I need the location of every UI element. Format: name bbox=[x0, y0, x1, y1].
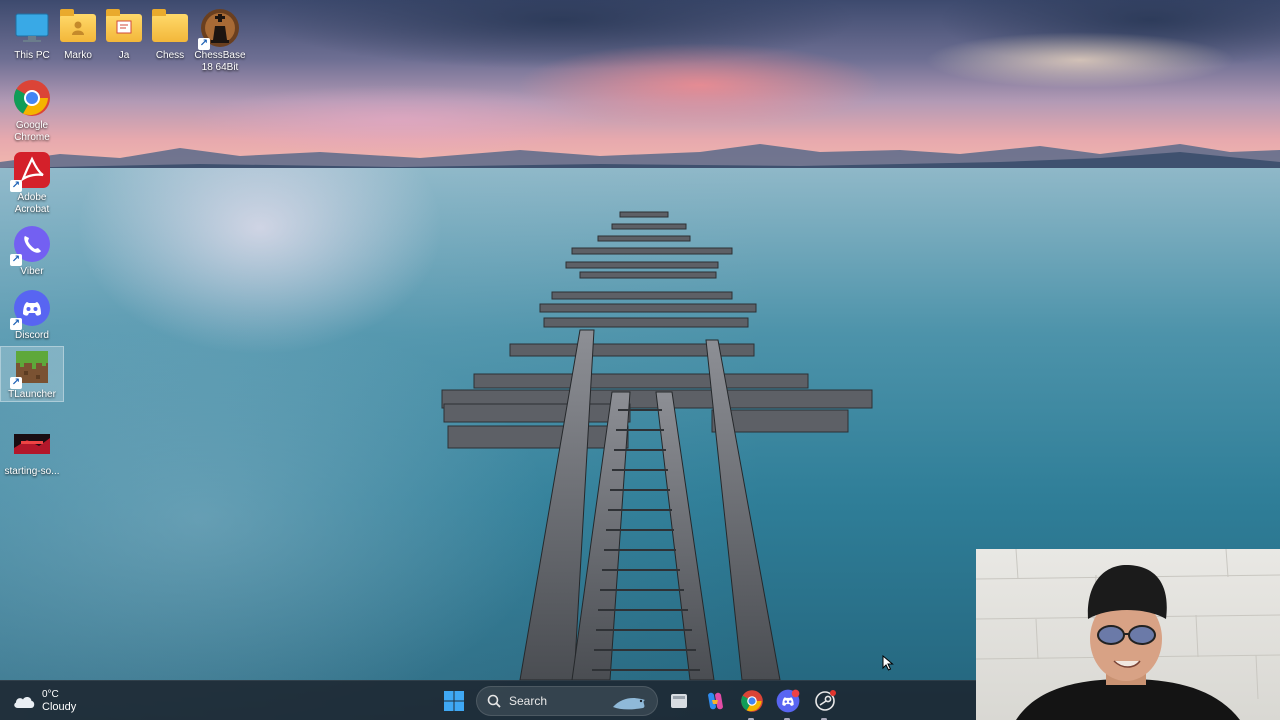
weather-condition: Cloudy bbox=[42, 701, 77, 713]
desktop-icon-label: Discord bbox=[15, 330, 49, 341]
shortcut-arrow-icon: ↗ bbox=[10, 254, 22, 266]
taskbar-steam-button[interactable] bbox=[813, 689, 837, 720]
chrome-icon bbox=[741, 690, 763, 712]
copilot-icon bbox=[708, 692, 723, 710]
desktop-icon-label: ChessBase 18 64Bit bbox=[194, 50, 246, 73]
desktop-icon-label: Google Chrome bbox=[14, 120, 50, 143]
desktop-icon-adobe-acrobat[interactable]: ↗ Adobe Acrobat bbox=[0, 150, 64, 216]
windows-icon bbox=[444, 691, 464, 711]
shortcut-arrow-icon: ↗ bbox=[10, 377, 22, 389]
desktop-icon-chessbase[interactable]: ↗ ChessBase 18 64Bit bbox=[188, 8, 252, 74]
taskbar-search[interactable]: Search bbox=[476, 686, 658, 716]
webcam-overlay bbox=[976, 549, 1280, 720]
taskbar-chrome-button[interactable] bbox=[740, 689, 764, 720]
desktop-icon-tlauncher[interactable]: ↗ TLauncher bbox=[0, 346, 64, 402]
weather-widget[interactable]: 0°C Cloudy bbox=[12, 687, 76, 715]
acrobat-icon: ↗ bbox=[10, 150, 52, 192]
search-placeholder: Search bbox=[509, 694, 548, 708]
desktop-icon-label: Adobe Acrobat bbox=[14, 192, 50, 215]
desktop-icon-label: starting-so... bbox=[4, 466, 60, 477]
cloud-icon bbox=[14, 697, 35, 708]
shortcut-arrow-icon: ↗ bbox=[198, 38, 210, 50]
streamer-face-image bbox=[976, 549, 1280, 720]
task-view-icon bbox=[671, 694, 687, 708]
weather-temperature: 0°C bbox=[42, 689, 59, 700]
minecraft-grass-icon: ↗ bbox=[10, 347, 52, 389]
desktop-icon-viber[interactable]: ↗ Viber bbox=[0, 224, 64, 278]
folder-icon bbox=[150, 8, 190, 48]
desktop-icon-label: TLauncher bbox=[8, 389, 56, 400]
video-thumbnail-icon bbox=[12, 424, 52, 464]
discord-icon bbox=[776, 689, 800, 713]
desktop-icon-google-chrome[interactable]: Google Chrome bbox=[0, 78, 64, 144]
shortcut-arrow-icon: ↗ bbox=[10, 180, 22, 192]
task-view-button[interactable] bbox=[667, 689, 691, 713]
taskbar-discord-button[interactable] bbox=[776, 689, 800, 720]
chess-king-icon: ↗ bbox=[198, 8, 240, 50]
mouse-cursor-icon bbox=[882, 655, 894, 671]
desktop-icon-label: Viber bbox=[20, 266, 44, 277]
discord-icon: ↗ bbox=[10, 288, 52, 330]
chrome-icon bbox=[12, 78, 52, 118]
search-icon bbox=[487, 694, 501, 708]
search-highlight-icon bbox=[613, 698, 645, 710]
taskbar: 0°C Cloudy Search bbox=[0, 680, 976, 720]
shortcut-arrow-icon: ↗ bbox=[10, 318, 22, 330]
start-button[interactable] bbox=[442, 689, 466, 713]
viber-icon: ↗ bbox=[10, 224, 52, 266]
desktop-icon-discord[interactable]: ↗ Discord bbox=[0, 288, 64, 342]
copilot-button[interactable] bbox=[703, 689, 727, 713]
steam-icon bbox=[815, 690, 836, 711]
desktop-icon-starting-soon[interactable]: starting-so... bbox=[0, 424, 64, 478]
